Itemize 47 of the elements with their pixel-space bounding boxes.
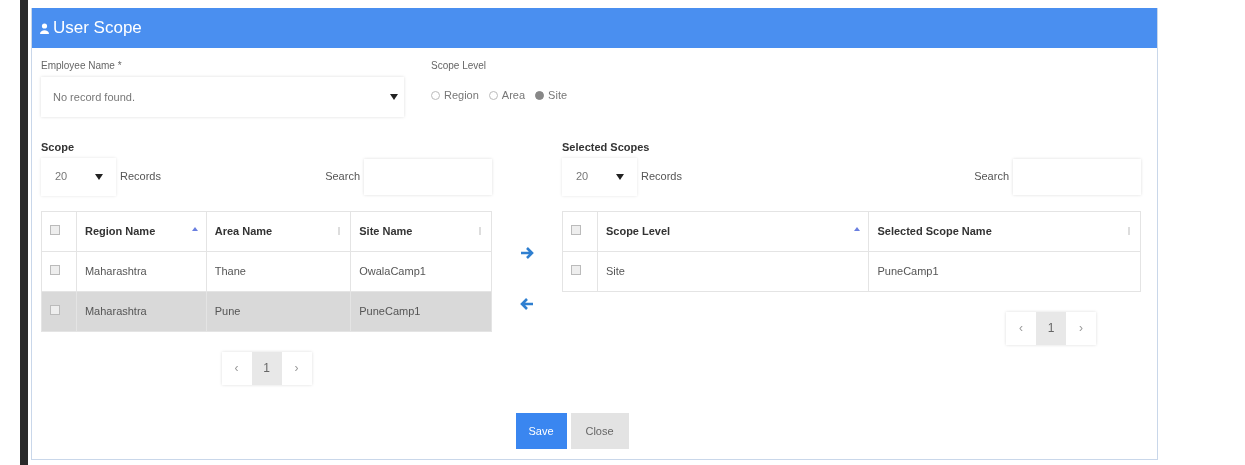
previous-page-button[interactable]: ‹ — [1006, 311, 1036, 345]
table-cell: PuneCamp1 — [350, 291, 492, 331]
table-cell: Maharashtra — [76, 251, 207, 291]
table-cell: Maharashtra — [76, 291, 207, 331]
save-button[interactable]: Save — [515, 413, 567, 449]
search-label: Search — [974, 169, 1009, 185]
radio-option[interactable]: Region — [431, 87, 479, 104]
dialog-title: User Scope — [53, 17, 142, 40]
column-title[interactable]: Scope Level — [605, 222, 671, 240]
radio-option[interactable]: Area — [488, 87, 526, 104]
caret-icon — [95, 173, 104, 180]
previous-page-button[interactable]: ‹ — [221, 351, 252, 385]
close-button[interactable]: Close — [570, 413, 629, 449]
section-title: Scope — [41, 140, 75, 155]
page-size-select[interactable]: 20 — [562, 157, 637, 196]
table-cell: Pune — [206, 291, 351, 331]
checkbox[interactable] — [571, 264, 581, 275]
section-title: Selected Scopes — [562, 140, 651, 155]
next-page-button[interactable]: › — [1066, 311, 1096, 345]
arrow-left-icon[interactable] — [520, 297, 534, 311]
table-cell: OwalaCamp1 — [350, 251, 492, 291]
records-label: Records — [120, 169, 161, 185]
checkbox[interactable] — [50, 304, 60, 315]
caret-icon — [616, 173, 625, 180]
table-cell: Site — [597, 251, 869, 291]
table-cell: PuneCamp1 — [868, 251, 1141, 291]
table-cell: Thane — [206, 251, 351, 291]
field-label: Scope Level — [431, 59, 488, 73]
user-icon — [40, 22, 49, 34]
page-button[interactable]: 1 — [1036, 311, 1066, 345]
employee-select[interactable]: No record found. — [41, 77, 404, 117]
caret-icon — [390, 94, 398, 100]
checkbox[interactable] — [571, 224, 581, 235]
records-label: Records — [641, 169, 682, 185]
checkbox[interactable] — [50, 264, 60, 275]
column-title[interactable]: Selected Scope Name — [877, 222, 992, 240]
column-title[interactable]: Site Name — [359, 222, 413, 240]
arrow-right-icon[interactable] — [520, 246, 534, 260]
field-label: Employee Name * — [41, 59, 123, 73]
page-button[interactable]: 1 — [251, 351, 282, 385]
select-value: No record found. — [53, 89, 135, 105]
search-label: Search — [325, 169, 360, 185]
column-title[interactable]: Area Name — [214, 222, 273, 240]
page-size-select[interactable]: 20 — [41, 157, 116, 196]
checkbox[interactable] — [50, 224, 60, 235]
next-page-button[interactable]: › — [281, 351, 312, 385]
radio-option[interactable]: Site — [535, 87, 568, 104]
